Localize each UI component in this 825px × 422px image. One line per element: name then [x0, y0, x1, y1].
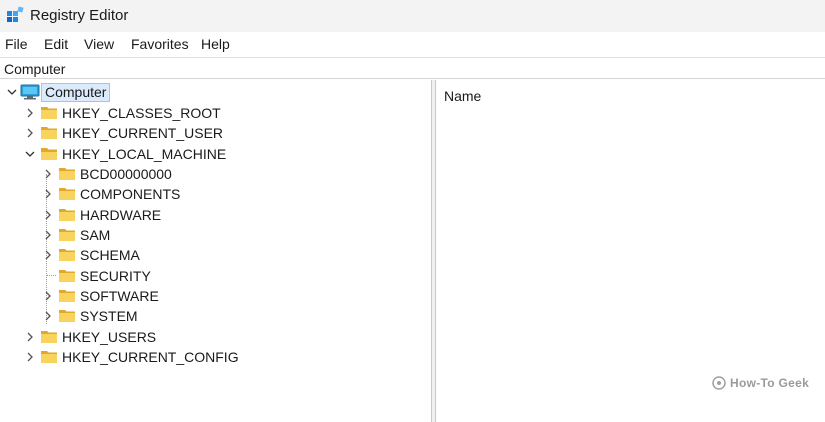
- tree-node-hkey-classes-root[interactable]: HKEY_CLASSES_ROOT: [0, 103, 240, 123]
- folder-icon: [59, 310, 75, 322]
- address-path[interactable]: Computer: [4, 61, 65, 77]
- tree-node-hkey-local-machine[interactable]: HKEY_LOCAL_MACHINE: [0, 144, 240, 164]
- tree-label-computer[interactable]: Computer: [41, 83, 111, 102]
- chevron-down-icon[interactable]: [6, 86, 18, 98]
- chevron-right-icon[interactable]: [42, 168, 54, 180]
- chevron-right-icon[interactable]: [42, 188, 54, 200]
- folder-icon: [59, 188, 75, 200]
- chevron-right-icon[interactable]: [24, 351, 36, 363]
- tree-node-hardware[interactable]: HARDWARE: [0, 205, 240, 225]
- chevron-down-icon[interactable]: [24, 148, 36, 160]
- menu-edit[interactable]: Edit: [44, 36, 68, 52]
- chevron-right-icon[interactable]: [42, 229, 54, 241]
- tree-node-computer[interactable]: Computer: [0, 82, 200, 102]
- watermark-logo-icon: [712, 376, 726, 390]
- tree-label[interactable]: SAM: [80, 227, 110, 243]
- folder-icon: [59, 229, 75, 241]
- tree-node-schema[interactable]: SCHEMA: [0, 245, 240, 265]
- tree-label[interactable]: HKEY_LOCAL_MACHINE: [62, 146, 226, 162]
- window-title: Registry Editor: [30, 7, 129, 24]
- tree-node-software[interactable]: SOFTWARE: [0, 286, 240, 306]
- folder-icon: [59, 209, 75, 221]
- tree-label[interactable]: HKEY_CURRENT_CONFIG: [62, 349, 239, 365]
- menu-file[interactable]: File: [5, 36, 28, 52]
- folder-icon: [41, 331, 57, 343]
- values-pane[interactable]: Name: [436, 80, 825, 422]
- chevron-right-icon[interactable]: [42, 290, 54, 302]
- tree-label[interactable]: HKEY_CLASSES_ROOT: [62, 105, 221, 121]
- folder-icon: [41, 351, 57, 363]
- column-header-name[interactable]: Name: [444, 88, 481, 104]
- tree-node-sam[interactable]: SAM: [0, 225, 240, 245]
- tree-node-hkey-current-config[interactable]: HKEY_CURRENT_CONFIG: [0, 347, 240, 367]
- folder-icon: [41, 107, 57, 119]
- folder-icon: [59, 249, 75, 261]
- watermark-text: How-To Geek: [730, 376, 810, 390]
- tree-label[interactable]: HKEY_USERS: [62, 329, 156, 345]
- menu-help[interactable]: Help: [201, 36, 230, 52]
- folder-icon: [59, 168, 75, 180]
- computer-icon: [20, 84, 40, 100]
- tree-label[interactable]: BCD00000000: [80, 166, 172, 182]
- chevron-right-icon[interactable]: [42, 209, 54, 221]
- tree-label[interactable]: HARDWARE: [80, 207, 161, 223]
- address-bar[interactable]: Computer: [0, 57, 825, 79]
- chevron-right-icon[interactable]: [42, 249, 54, 261]
- tree-node-bcd00000000[interactable]: BCD00000000: [0, 164, 240, 184]
- title-bar: Registry Editor: [0, 0, 825, 32]
- tree-node-hkey-current-user[interactable]: HKEY_CURRENT_USER: [0, 123, 240, 143]
- tree-node-system[interactable]: SYSTEM: [0, 306, 240, 326]
- tree-node-components[interactable]: COMPONENTS: [0, 184, 240, 204]
- folder-icon: [41, 127, 57, 139]
- tree-label[interactable]: SECURITY: [80, 268, 151, 284]
- chevron-right-icon[interactable]: [24, 331, 36, 343]
- chevron-right-icon[interactable]: [24, 127, 36, 139]
- folder-icon: [59, 270, 75, 282]
- menu-bar: File Edit View Favorites Help: [0, 32, 825, 56]
- chevron-right-icon[interactable]: [42, 310, 54, 322]
- chevron-right-icon[interactable]: [24, 107, 36, 119]
- tree-label[interactable]: COMPONENTS: [80, 186, 180, 202]
- tree-label[interactable]: SOFTWARE: [80, 288, 159, 304]
- folder-open-icon: [41, 148, 57, 160]
- menu-view[interactable]: View: [84, 36, 114, 52]
- menu-favorites[interactable]: Favorites: [131, 36, 189, 52]
- tree-node-security[interactable]: SECURITY: [0, 266, 240, 286]
- tree-label[interactable]: HKEY_CURRENT_USER: [62, 125, 223, 141]
- registry-editor-icon: [7, 6, 24, 22]
- tree-label[interactable]: SYSTEM: [80, 308, 138, 324]
- folder-icon: [59, 290, 75, 302]
- tree-node-hkey-users[interactable]: HKEY_USERS: [0, 327, 240, 347]
- tree-label[interactable]: SCHEMA: [80, 247, 140, 263]
- tree-pane[interactable]: Computer HKEY_CLASSES_ROOT HKEY_CURRENT_…: [0, 80, 431, 422]
